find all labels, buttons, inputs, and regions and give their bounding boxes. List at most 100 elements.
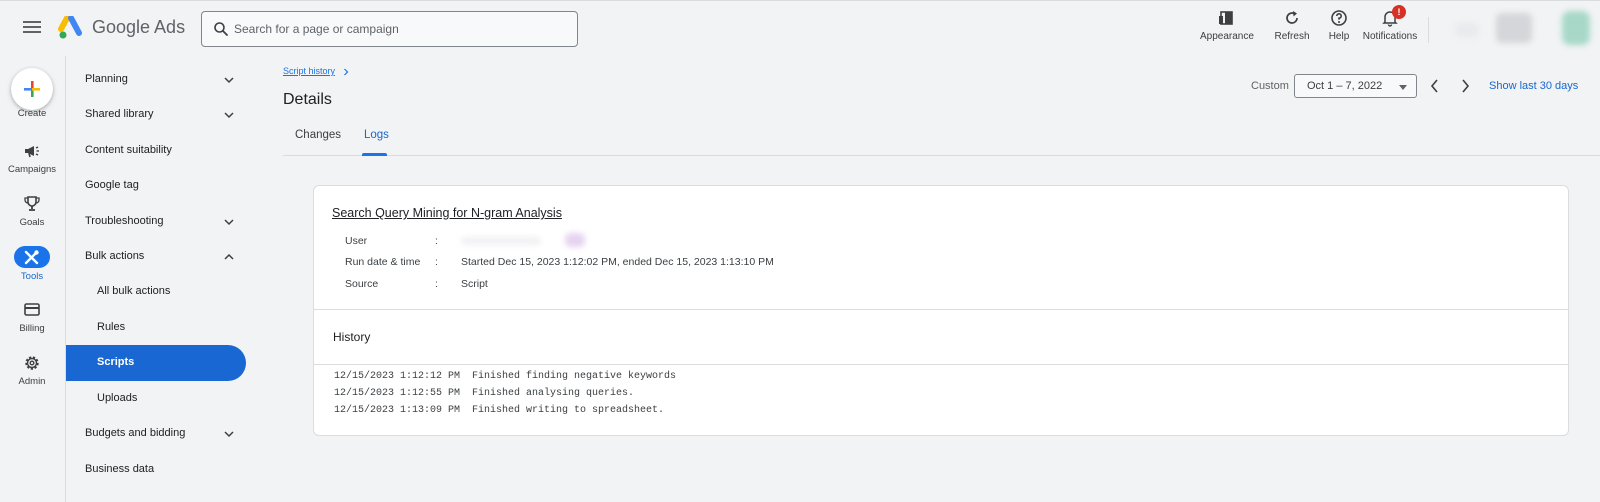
script-name-link[interactable]: Search Query Mining for N-gram Analysis bbox=[332, 206, 562, 220]
meta-separator: : bbox=[435, 235, 438, 247]
rail-label-goals: Goals bbox=[19, 217, 45, 228]
sidebar-item-label: Budgets and bidding bbox=[85, 427, 186, 439]
chevron-down-icon bbox=[224, 431, 234, 438]
account-avatar[interactable] bbox=[1562, 11, 1590, 45]
sidebar-item-label: Shared library bbox=[85, 108, 154, 120]
sidebar-item-content-suitability[interactable]: Content suitability bbox=[66, 133, 246, 169]
appearance-icon bbox=[1219, 11, 1233, 25]
script-log-card: Search Query Mining for N-gram Analysis … bbox=[313, 185, 1569, 436]
breadcrumb-script-history[interactable]: Script history bbox=[283, 66, 335, 76]
rail-item-tools[interactable]: Tools bbox=[0, 246, 64, 295]
rail-label-tools: Tools bbox=[20, 271, 44, 282]
sidebar-item-planning[interactable]: Planning bbox=[66, 62, 246, 98]
sidebar-item-label: Planning bbox=[85, 73, 128, 85]
meta-separator: : bbox=[435, 278, 438, 290]
redacted-user bbox=[565, 233, 585, 247]
tab-logs[interactable]: Logs bbox=[364, 129, 389, 141]
header-divider bbox=[1428, 17, 1429, 43]
meta-key: Run date & time bbox=[345, 256, 421, 268]
meta-key: User bbox=[345, 235, 368, 247]
credit-card-icon bbox=[24, 303, 40, 316]
sidebar-item-rules[interactable]: Rules bbox=[66, 310, 246, 346]
help-icon bbox=[1331, 10, 1347, 26]
search-box[interactable] bbox=[201, 11, 578, 47]
rail-item-admin[interactable]: Admin bbox=[0, 354, 64, 400]
google-ads-logo[interactable] bbox=[58, 16, 84, 40]
tools-sidebar: Planning Shared library Content suitabil… bbox=[65, 56, 250, 502]
sidebar-item-label: Bulk actions bbox=[85, 250, 145, 262]
chevron-up-icon bbox=[224, 253, 234, 260]
meta-value: Started Dec 15, 2023 1:12:02 PM, ended D… bbox=[461, 256, 774, 268]
rail-item-billing[interactable]: Billing bbox=[0, 301, 64, 347]
product-name: Google Ads bbox=[92, 17, 186, 37]
plus-icon bbox=[24, 81, 40, 97]
sidebar-item-business-data[interactable]: Business data bbox=[66, 452, 246, 488]
sidebar-item-label: Troubleshooting bbox=[85, 215, 164, 227]
left-rail: Create Campaigns Goals Tools Billing Adm… bbox=[0, 56, 64, 502]
notifications-button[interactable]: ! Notifications bbox=[1362, 5, 1418, 49]
search-icon bbox=[214, 22, 228, 36]
megaphone-icon bbox=[25, 146, 39, 158]
page-title: Details bbox=[283, 91, 332, 108]
sidebar-item-troubleshooting[interactable]: Troubleshooting bbox=[66, 204, 246, 240]
sidebar-item-budgets-and-bidding[interactable]: Budgets and bidding bbox=[66, 416, 246, 452]
sidebar-item-uploads[interactable]: Uploads bbox=[66, 381, 246, 417]
history-heading: History bbox=[333, 330, 371, 344]
date-range-select[interactable]: Oct 1 – 7, 2022 bbox=[1294, 74, 1417, 98]
sidebar-item-label: Rules bbox=[97, 321, 126, 333]
date-range-label: Custom bbox=[1251, 80, 1289, 92]
rail-label-admin: Admin bbox=[18, 376, 46, 387]
log-line: 12/15/2023 1:13:09 PM Finished writing t… bbox=[334, 405, 665, 416]
redacted-user bbox=[461, 237, 541, 245]
log-line: 12/15/2023 1:12:55 PM Finished analysing… bbox=[334, 388, 635, 399]
help-button[interactable]: Help bbox=[1325, 9, 1353, 49]
active-tab-indicator bbox=[362, 153, 387, 156]
sidebar-item-label: Business data bbox=[85, 463, 155, 475]
card-divider bbox=[314, 309, 1568, 310]
refresh-icon bbox=[1286, 11, 1298, 24]
tab-changes[interactable]: Changes bbox=[295, 129, 341, 141]
refresh-button[interactable]: Refresh bbox=[1272, 9, 1312, 49]
create-label: Create bbox=[17, 108, 47, 119]
card-divider bbox=[314, 364, 1568, 365]
create-button[interactable] bbox=[11, 68, 53, 110]
tools-icon bbox=[24, 250, 39, 265]
sidebar-item-label: Scripts bbox=[97, 356, 135, 368]
dropdown-caret-icon bbox=[1399, 85, 1407, 90]
sidebar-item-label: Uploads bbox=[97, 392, 138, 404]
rail-item-goals[interactable]: Goals bbox=[0, 195, 64, 241]
top-header: Google Ads Appearance Refresh Help bbox=[0, 0, 1600, 56]
meta-key: Source bbox=[345, 278, 379, 290]
chevron-down-icon bbox=[224, 77, 234, 84]
log-line: 12/15/2023 1:12:12 PM Finished finding n… bbox=[334, 371, 677, 382]
rail-item-campaigns[interactable]: Campaigns bbox=[0, 142, 64, 188]
previous-period-button[interactable] bbox=[1425, 76, 1445, 96]
sidebar-item-label: All bulk actions bbox=[97, 285, 171, 297]
appearance-label: Appearance bbox=[1200, 31, 1254, 42]
sidebar-item-google-tag[interactable]: Google tag bbox=[66, 168, 246, 204]
chevron-down-icon bbox=[224, 219, 234, 226]
sidebar-item-shared-library[interactable]: Shared library bbox=[66, 97, 246, 133]
tab-bar: Changes Logs bbox=[283, 120, 1600, 156]
meta-separator: : bbox=[435, 256, 438, 268]
notification-badge: ! bbox=[1392, 5, 1406, 19]
show-last-30-days-link[interactable]: Show last 30 days bbox=[1489, 80, 1578, 92]
notifications-label: Notifications bbox=[1362, 31, 1418, 42]
chevron-down-icon bbox=[224, 112, 234, 119]
date-range-value: Oct 1 – 7, 2022 bbox=[1307, 80, 1383, 92]
appearance-button[interactable]: Appearance bbox=[1200, 9, 1254, 49]
sidebar-item-label: Google tag bbox=[85, 179, 139, 191]
hamburger-menu-icon[interactable] bbox=[22, 18, 42, 38]
gear-icon bbox=[25, 356, 39, 370]
trophy-icon bbox=[24, 196, 40, 211]
search-input[interactable] bbox=[234, 19, 564, 39]
rail-label-billing: Billing bbox=[19, 323, 45, 334]
redacted-account-info bbox=[1496, 13, 1532, 43]
refresh-label: Refresh bbox=[1274, 31, 1310, 42]
sidebar-item-scripts[interactable]: Scripts bbox=[66, 345, 246, 381]
sidebar-item-bulk-actions[interactable]: Bulk actions bbox=[66, 239, 246, 275]
redacted-account-info bbox=[1455, 23, 1479, 37]
next-period-button[interactable] bbox=[1455, 76, 1475, 96]
help-label: Help bbox=[1328, 31, 1350, 42]
sidebar-item-all-bulk-actions[interactable]: All bulk actions bbox=[66, 274, 246, 310]
